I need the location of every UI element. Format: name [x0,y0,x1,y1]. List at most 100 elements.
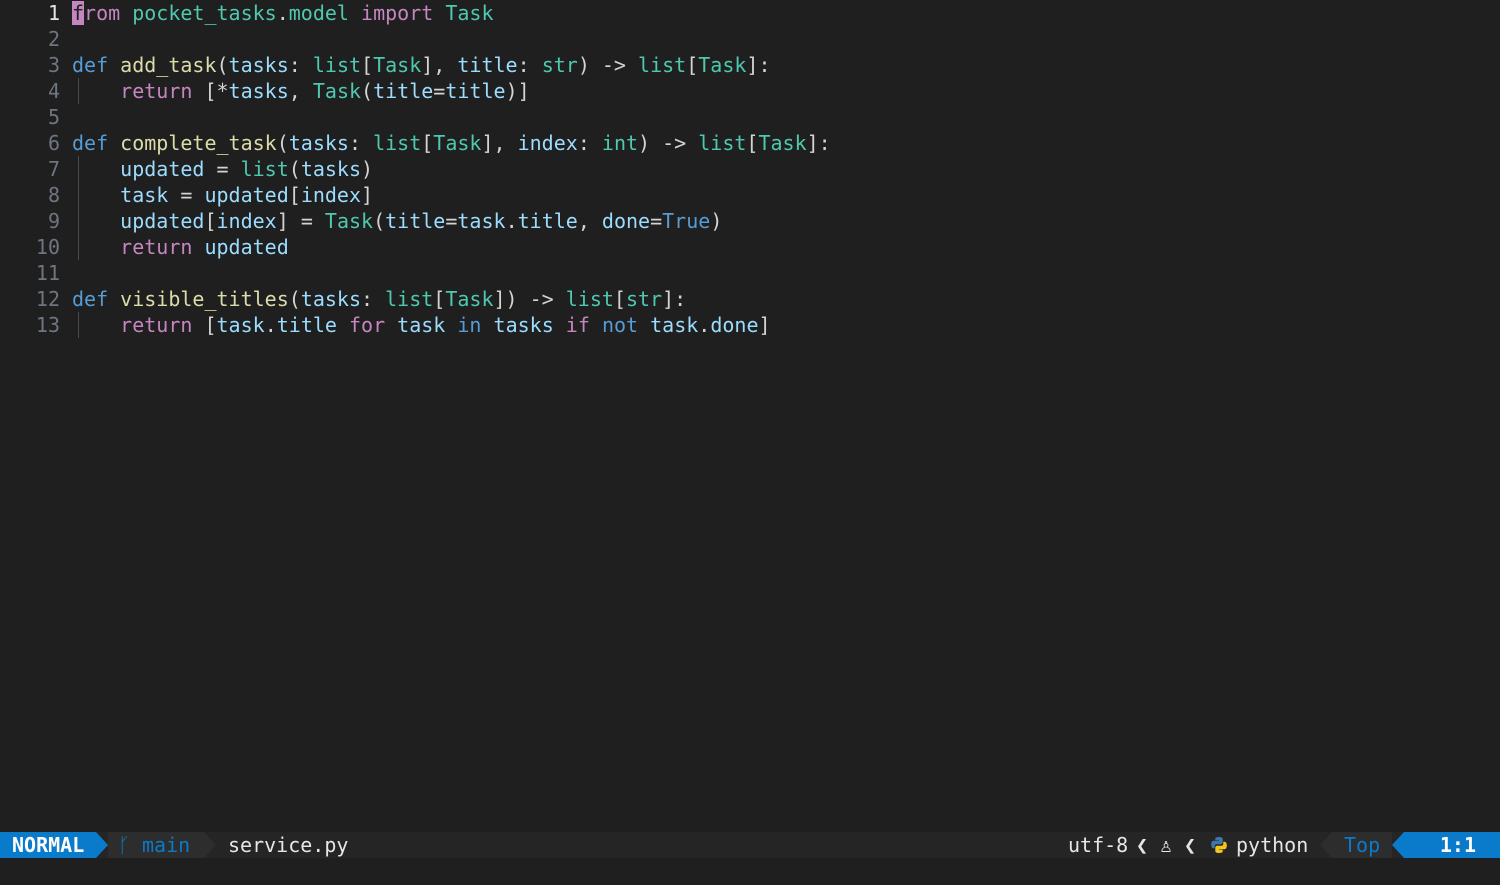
code-token: def [72,287,109,311]
code-token: ( [373,209,386,233]
code-token: : [517,53,542,77]
code-token: not [601,313,639,337]
line-number: 2 [47,27,60,51]
code-token: . [698,313,711,337]
line-number: 8 [47,183,60,207]
code-token: list [638,53,687,77]
linux-tux-icon: ♙ [1160,833,1173,857]
code-line[interactable]: 9 updated[index] = Task(title=task.title… [0,208,1500,234]
git-branch-segment: ᚴ main [108,832,204,858]
code-line[interactable]: 3 def add_task(tasks: list[Task], title: … [0,52,1500,78]
code-token: Task [324,209,374,233]
code-token: complete_task [120,131,277,155]
cursor-location: 1:1 [1404,832,1500,858]
code-token: [* [192,79,229,103]
code-token: list [565,287,614,311]
code-line[interactable]: 10 return updated [0,234,1500,260]
code-token: ]: [746,53,771,77]
code-token: str [625,287,663,311]
code-token: task [457,209,506,233]
code-text: return [task.title for task in tasks if … [72,312,771,338]
code-token: [ [421,131,434,155]
code-token: updated [204,235,289,259]
code-token: . [264,313,277,337]
code-token: rom [84,1,121,25]
code-token: ( [288,157,301,181]
code-line[interactable]: 7 updated = list(tasks) [0,156,1500,182]
code-text: updated = list(tasks) [72,156,373,182]
code-token: for [349,313,386,337]
code-token: = [445,209,458,233]
code-token: tasks [228,79,289,103]
code-line[interactable]: 6 def complete_task(tasks: list[Task], in… [0,130,1500,156]
line-number: 4 [47,79,60,103]
code-token: ] = [276,209,325,233]
line-number: 10 [35,235,60,259]
code-token: int [601,131,639,155]
code-token: ) [710,209,723,233]
code-token: ], [421,53,458,77]
branch-separator [204,832,216,858]
file-type: python [1236,833,1309,857]
location-separator [1392,832,1404,858]
command-line[interactable] [0,858,1500,885]
code-token: [ [613,287,626,311]
code-token: import [361,1,434,25]
mode-separator [96,832,108,858]
code-token: ) -> [638,131,699,155]
code-token: updated [204,183,289,207]
code-token: title [276,313,337,337]
code-token: True [662,209,711,233]
code-line[interactable]: 11 [0,260,1500,286]
code-token: title [517,209,578,233]
code-token: ] [758,313,771,337]
code-token: tasks [300,287,362,311]
code-token: . [276,1,289,25]
code-token: list [698,131,747,155]
code-token: = [650,209,663,233]
code-token: list [385,287,434,311]
mode-indicator: NORMAL [0,832,96,858]
code-text: return [*tasks, Task(title=title)] [72,78,530,104]
line-number: 13 [35,313,60,337]
code-text: return updated [72,234,289,260]
code-token: return [120,313,193,337]
code-line[interactable]: 4 return [*tasks, Task(title=title)] [0,78,1500,104]
code-buffer[interactable]: 1 from pocket_tasks.model import Task 2 3 de… [0,0,1500,832]
code-text: from pocket_tasks.model import Task [72,0,494,26]
line-number: 6 [47,131,60,155]
code-token: ( [216,53,229,77]
chevron-left-icon: ❮ [1136,833,1149,857]
code-token: tasks [493,313,554,337]
code-token: list [373,131,422,155]
code-token: )] [505,79,530,103]
code-line[interactable]: 12 def visible_titles(tasks: list[Task]) … [0,286,1500,312]
code-text: task = updated[index] [72,182,373,208]
code-line[interactable]: 8 task = updated[index] [0,182,1500,208]
code-text: updated[index] = Task(title=task.title, … [72,208,722,234]
code-token: done [601,209,651,233]
branch-name: main [142,833,191,857]
code-token: return [120,235,193,259]
code-token: , [577,209,602,233]
code-token: : [288,53,313,77]
code-line[interactable]: 13 return [task.title for task in tasks … [0,312,1500,338]
code-token: list [240,157,289,181]
code-line[interactable]: 1 from pocket_tasks.model import Task [0,0,1500,26]
code-token: [ [288,183,301,207]
scroll-percent: Top [1332,832,1392,858]
code-line[interactable]: 5 [0,104,1500,130]
code-token: [ [204,209,217,233]
code-line[interactable]: 2 [0,26,1500,52]
code-token: [ [686,53,699,77]
